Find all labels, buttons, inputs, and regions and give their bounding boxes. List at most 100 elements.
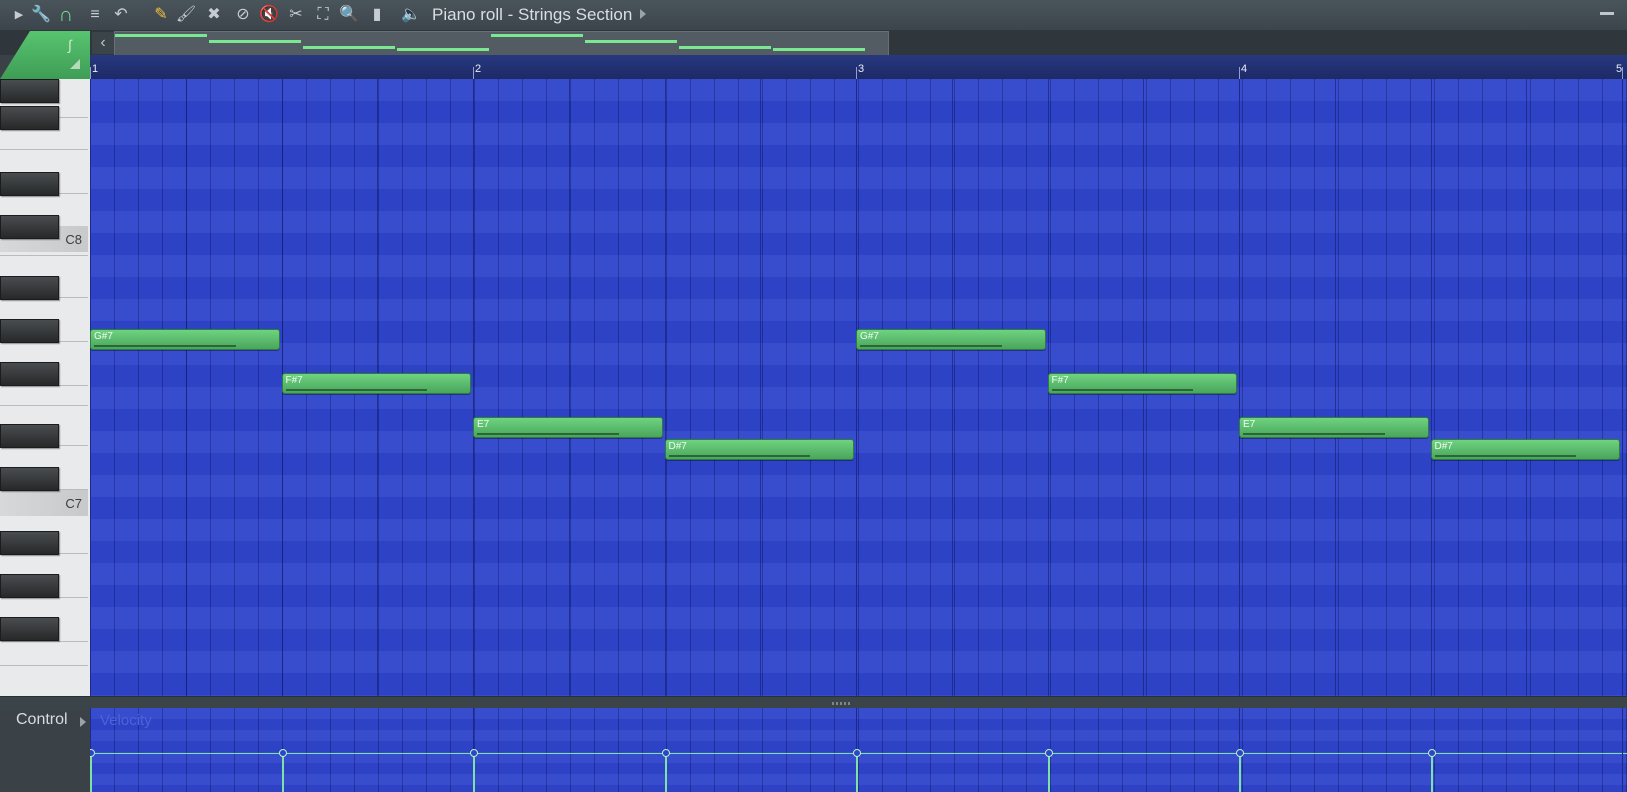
note-velocity-bar	[94, 345, 236, 347]
black-key[interactable]	[0, 617, 59, 641]
ruler-bar-tick	[473, 67, 474, 79]
black-key[interactable]	[0, 276, 59, 300]
note-label: E7	[477, 419, 490, 430]
velocity-lane-name: Velocity	[100, 712, 152, 729]
velocity-handle[interactable]	[661, 749, 670, 757]
timeline-ruler[interactable]: 12345	[90, 55, 1627, 80]
brush-icon[interactable]: 🖌	[175, 4, 197, 26]
wrench-icon[interactable]: 🔧	[30, 4, 52, 26]
black-key[interactable]	[0, 574, 59, 598]
curve-icon: ∫	[68, 37, 72, 53]
no-entry-icon[interactable]: ⊘	[232, 4, 254, 26]
note-label: E7	[1243, 419, 1256, 430]
note[interactable]: F#7	[1047, 373, 1237, 394]
minimize-icon[interactable]	[1600, 12, 1614, 15]
note-velocity-bar	[668, 455, 811, 457]
bar-gridline	[856, 79, 857, 696]
velocity-bar-gridline	[1622, 708, 1623, 792]
note-velocity-bar	[285, 389, 428, 391]
beat-gridline	[760, 79, 762, 696]
menu-circle-icon[interactable]: ≡	[84, 4, 106, 26]
delete-icon[interactable]: ✖	[203, 4, 225, 26]
velocity-stem[interactable]	[664, 753, 667, 792]
note[interactable]: G#7	[856, 329, 1046, 350]
black-key[interactable]	[0, 106, 59, 130]
note[interactable]: G#7	[90, 329, 280, 350]
playback-icon[interactable]: ▮	[366, 4, 388, 26]
note-velocity-bar	[477, 433, 619, 435]
zoom-icon[interactable]: 🔍	[338, 4, 360, 26]
bar-gridline	[1622, 79, 1623, 696]
velocity-stem[interactable]	[1047, 753, 1050, 792]
velocity-handle[interactable]	[1044, 749, 1053, 757]
ruler-bar-tick	[1622, 67, 1623, 79]
ruler-bar-number: 1	[92, 63, 99, 75]
slice-icon[interactable]: ✂	[285, 4, 307, 26]
white-key-divider	[0, 149, 88, 150]
ruler-bar-tick	[1239, 67, 1240, 79]
velocity-handle[interactable]	[1236, 749, 1244, 757]
beat-gridline	[951, 79, 953, 696]
undo-icon[interactable]: ↶	[110, 4, 132, 26]
mute-icon[interactable]: 🔇	[258, 4, 280, 26]
play-arrow-icon[interactable]: ▶	[8, 4, 30, 26]
octave-label: C7	[65, 496, 82, 511]
velocity-handle[interactable]	[90, 749, 95, 757]
velocity-handle[interactable]	[853, 749, 861, 757]
piano-keyboard[interactable]: C8 C7	[0, 79, 92, 696]
black-key[interactable]	[0, 172, 59, 196]
velocity-stem[interactable]	[856, 753, 858, 792]
black-key[interactable]	[0, 467, 59, 491]
bar-gridline	[90, 79, 91, 696]
control-menu-arrow-icon[interactable]	[80, 717, 86, 727]
pattern-overview[interactable]	[114, 31, 889, 57]
control-label[interactable]: Control	[16, 711, 68, 729]
note-label: F#7	[285, 375, 303, 386]
select-icon[interactable]: ⛶	[312, 4, 334, 26]
c-key[interactable]: C7	[0, 490, 88, 516]
note[interactable]: D#7	[664, 439, 854, 460]
black-key[interactable]	[0, 531, 59, 555]
speaker-icon[interactable]: 🔈	[400, 4, 422, 26]
window-title[interactable]: Piano roll - Strings Section	[432, 5, 632, 25]
velocity-stem[interactable]	[90, 753, 92, 792]
velocity-stem[interactable]	[473, 753, 475, 792]
note-label: G#7	[860, 331, 879, 342]
overview-note	[115, 34, 207, 37]
pencil-icon[interactable]: ✎	[150, 4, 172, 26]
note[interactable]: E7	[473, 417, 663, 438]
note[interactable]: F#7	[281, 373, 471, 394]
note-label: F#7	[1051, 375, 1069, 386]
black-key[interactable]	[0, 424, 59, 448]
velocity-stem[interactable]	[1430, 753, 1433, 792]
chevron-left-icon: ‹	[100, 34, 106, 51]
white-key-divider	[0, 255, 88, 256]
bar-gridline	[1239, 79, 1240, 696]
velocity-stem[interactable]	[281, 753, 284, 792]
white-key-divider	[0, 405, 88, 406]
velocity-lane[interactable]: Velocity	[90, 708, 1627, 792]
black-key[interactable]	[0, 362, 59, 386]
corner-icon	[70, 59, 80, 69]
scroll-left-button[interactable]: ‹	[92, 32, 114, 54]
velocity-handle[interactable]	[470, 749, 478, 757]
magnet-icon[interactable]: ∩	[55, 4, 77, 26]
bar-gridline	[473, 79, 474, 696]
white-key-divider	[0, 641, 88, 642]
black-key[interactable]	[0, 215, 59, 239]
title-menu-arrow-icon[interactable]	[640, 9, 646, 19]
note[interactable]: E7	[1239, 417, 1429, 438]
velocity-stem[interactable]	[1239, 753, 1241, 792]
note-velocity-bar	[860, 345, 1002, 347]
black-key[interactable]	[0, 79, 59, 103]
black-key[interactable]	[0, 319, 59, 343]
note-velocity-bar	[1434, 455, 1577, 457]
overview-note	[209, 40, 301, 43]
note-grid[interactable]: G#7 F#7 E7 D#7 G#7 F#7 E7 D#7	[90, 79, 1627, 696]
velocity-handle[interactable]	[278, 749, 287, 757]
beat-gridline	[1526, 79, 1528, 696]
note[interactable]: D#7	[1430, 439, 1620, 460]
velocity-handle[interactable]	[1427, 749, 1436, 757]
splitter-grip-icon	[832, 702, 850, 705]
beat-gridline	[664, 79, 666, 696]
